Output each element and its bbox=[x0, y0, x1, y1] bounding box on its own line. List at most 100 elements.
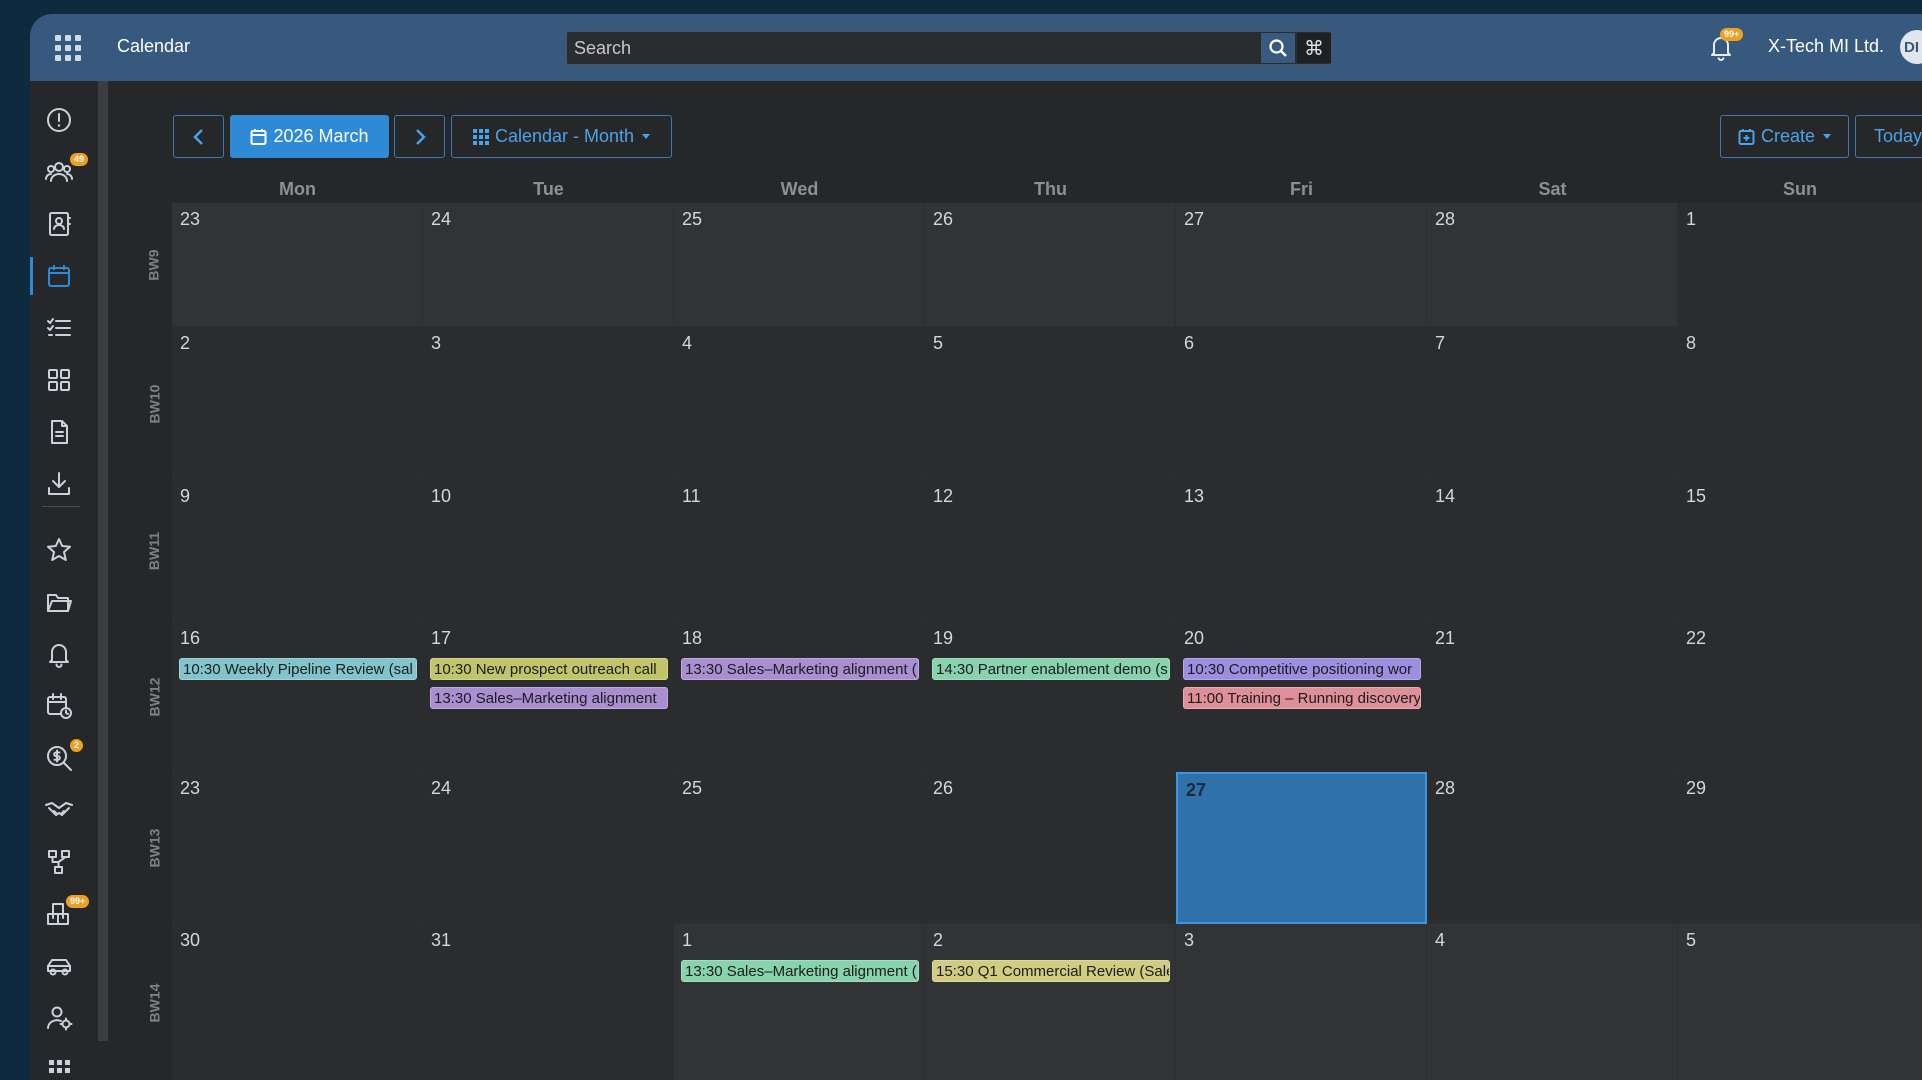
day-cell[interactable]: 23 bbox=[172, 772, 423, 924]
day-cell[interactable]: 5 bbox=[925, 327, 1176, 480]
day-cell[interactable]: 8 bbox=[1678, 327, 1922, 480]
sidebar-item-boxes[interactable]: 99+ bbox=[30, 891, 90, 937]
contact-book-icon bbox=[49, 212, 71, 236]
sidebar-item-star[interactable] bbox=[30, 527, 88, 573]
create-button[interactable]: Create bbox=[1720, 115, 1849, 158]
day-cell[interactable]: 6 bbox=[1176, 327, 1427, 480]
search-input[interactable] bbox=[567, 32, 1257, 64]
prev-month-button[interactable] bbox=[173, 115, 224, 158]
day-cell[interactable]: 17 10:30 New prospect outreach call 13:30 … bbox=[423, 622, 674, 772]
day-cell[interactable]: 1 13:30 Sales–Marketing alignment ( bbox=[674, 924, 925, 1080]
sidebar-item-money-search[interactable]: 2 bbox=[30, 735, 88, 781]
day-cell[interactable]: 26 bbox=[925, 772, 1176, 924]
day-cell[interactable]: 12 bbox=[925, 480, 1176, 622]
calendar-event[interactable]: 14:30 Partner enablement demo (s bbox=[932, 658, 1170, 680]
sidebar-item-contact-book[interactable] bbox=[30, 201, 88, 247]
day-cell[interactable]: 18 13:30 Sales–Marketing alignment ( bbox=[674, 622, 925, 772]
sidebar-item-calendar-clock[interactable] bbox=[30, 683, 88, 729]
sidebar-item-user-settings[interactable] bbox=[30, 995, 88, 1041]
sidebar-item-folder[interactable] bbox=[30, 579, 88, 625]
day-cell[interactable]: 11 bbox=[674, 480, 925, 622]
calendar-event[interactable]: 11:00 Training – Running discovery bbox=[1183, 687, 1421, 709]
day-cell-today[interactable]: 27 bbox=[1176, 772, 1427, 924]
command-button[interactable]: ⌘ bbox=[1297, 33, 1331, 63]
sidebar-item-document[interactable] bbox=[30, 409, 88, 455]
day-cell[interactable]: 4 bbox=[674, 327, 925, 480]
day-number: 25 bbox=[682, 209, 703, 229]
calendar-plus-icon bbox=[1738, 128, 1755, 145]
app-launcher-icon[interactable] bbox=[52, 32, 84, 64]
day-cell[interactable]: 25 bbox=[674, 203, 925, 327]
day-cell[interactable]: 2 15:30 Q1 Commercial Review (Sale bbox=[925, 924, 1176, 1080]
sidebar-item-users[interactable]: 49 bbox=[30, 149, 89, 195]
day-cell[interactable]: 20 10:30 Competitive positioning wor 11:00… bbox=[1176, 622, 1427, 772]
day-cell[interactable]: 3 bbox=[1176, 924, 1427, 1080]
week-number: BW10 bbox=[136, 327, 172, 480]
sidebar-item-handshake[interactable] bbox=[30, 787, 88, 833]
day-cell[interactable]: 16 10:30 Weekly Pipeline Review (sal bbox=[172, 622, 423, 772]
day-cell[interactable]: 28 bbox=[1427, 203, 1678, 327]
day-cell[interactable]: 14 bbox=[1427, 480, 1678, 622]
day-cell[interactable]: 10 bbox=[423, 480, 674, 622]
day-cell[interactable]: 9 bbox=[172, 480, 423, 622]
day-cell[interactable]: 15 bbox=[1678, 480, 1922, 622]
day-cell[interactable]: 5 bbox=[1678, 924, 1922, 1080]
day-cell[interactable]: 31 bbox=[423, 924, 674, 1080]
week-number: BW12 bbox=[136, 622, 172, 772]
weekday-header: Sun bbox=[1783, 178, 1817, 199]
day-cell[interactable]: 1 bbox=[1678, 203, 1922, 327]
company-name[interactable]: X-Tech MI Ltd. bbox=[1768, 36, 1884, 57]
chevron-left-icon bbox=[192, 128, 203, 145]
sidebar-badge: 49 bbox=[70, 153, 89, 166]
month-picker-button[interactable]: 2026 March bbox=[230, 115, 389, 158]
sidebar-scrollbar[interactable] bbox=[98, 81, 108, 1041]
day-cell[interactable]: 19 14:30 Partner enablement demo (s bbox=[925, 622, 1176, 772]
avatar[interactable]: DI bbox=[1900, 30, 1922, 64]
sidebar-item-car[interactable] bbox=[30, 943, 88, 989]
calendar-event[interactable]: 15:30 Q1 Commercial Review (Sale bbox=[932, 960, 1170, 982]
day-cell[interactable]: 26 bbox=[925, 203, 1176, 327]
calendar-event[interactable]: 10:30 New prospect outreach call bbox=[430, 658, 668, 680]
chevron-down-icon bbox=[1823, 134, 1832, 139]
day-cell[interactable]: 22 bbox=[1678, 622, 1922, 772]
view-selector-button[interactable]: Calendar - Month bbox=[451, 115, 672, 158]
day-cell[interactable]: 24 bbox=[423, 203, 674, 327]
calendar-event[interactable]: 10:30 Competitive positioning wor bbox=[1183, 658, 1421, 680]
day-cell[interactable]: 28 bbox=[1427, 772, 1678, 924]
calendar-event[interactable]: 13:30 Sales–Marketing alignment ( bbox=[681, 658, 919, 680]
calendar-event[interactable]: 13:30 Sales–Marketing alignment ( bbox=[681, 960, 919, 982]
day-cell[interactable]: 23 bbox=[172, 203, 423, 327]
sidebar-item-info-circle[interactable] bbox=[30, 97, 88, 143]
day-number: 22 bbox=[1686, 628, 1707, 648]
week-number: BW14 bbox=[136, 924, 172, 1080]
day-cell[interactable]: 29 bbox=[1678, 772, 1922, 924]
day-cell[interactable]: 24 bbox=[423, 772, 674, 924]
day-cell[interactable]: 25 bbox=[674, 772, 925, 924]
day-cell[interactable]: 27 bbox=[1176, 203, 1427, 327]
notifications-badge: 99+ bbox=[1720, 28, 1744, 41]
day-cell[interactable]: 21 bbox=[1427, 622, 1678, 772]
sidebar-item-bell[interactable] bbox=[30, 631, 88, 677]
calendar-event[interactable]: 13:30 Sales–Marketing alignment bbox=[430, 687, 668, 709]
today-button[interactable]: Today bbox=[1855, 115, 1922, 158]
day-number: 25 bbox=[682, 778, 703, 798]
sidebar-item-dashboard[interactable] bbox=[30, 357, 88, 403]
folder-icon bbox=[47, 594, 72, 612]
sidebar-item-more-apps[interactable] bbox=[30, 1047, 88, 1080]
next-month-button[interactable] bbox=[394, 115, 445, 158]
day-cell[interactable]: 2 bbox=[172, 327, 423, 480]
sidebar-item-hierarchy[interactable] bbox=[30, 839, 88, 885]
day-cell[interactable]: 7 bbox=[1427, 327, 1678, 480]
day-cell[interactable]: 4 bbox=[1427, 924, 1678, 1080]
day-cell[interactable]: 30 bbox=[172, 924, 423, 1080]
sidebar-item-calendar[interactable] bbox=[30, 253, 88, 299]
day-cell[interactable]: 13 bbox=[1176, 480, 1427, 622]
search-button[interactable] bbox=[1261, 33, 1295, 63]
day-cell[interactable]: 3 bbox=[423, 327, 674, 480]
calendar-event[interactable]: 10:30 Weekly Pipeline Review (sal bbox=[179, 658, 417, 680]
weekday-header: Wed bbox=[780, 178, 819, 199]
sidebar-item-download[interactable] bbox=[30, 461, 88, 507]
notifications-button[interactable]: 99+ bbox=[1706, 28, 1744, 64]
day-number: 7 bbox=[1435, 333, 1446, 353]
sidebar-item-task-list[interactable] bbox=[30, 305, 88, 351]
